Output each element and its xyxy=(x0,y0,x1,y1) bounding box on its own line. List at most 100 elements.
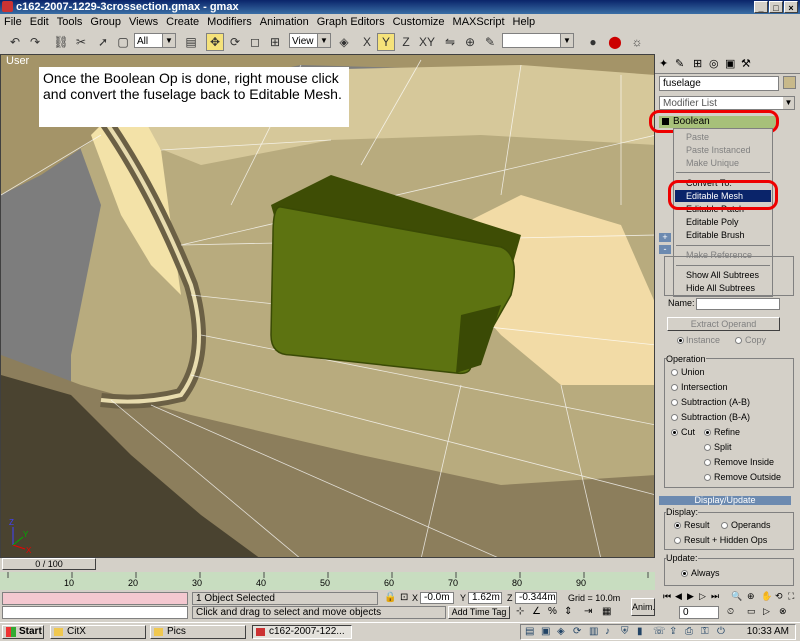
z-coordinate-field[interactable]: -0.344m xyxy=(515,592,557,604)
field-of-view-icon[interactable]: ▷ xyxy=(763,606,770,617)
snap-icon[interactable]: ⊹ xyxy=(516,606,524,617)
time-slider-thumb[interactable]: 0 / 100 xyxy=(2,558,96,570)
remove-inside-radio[interactable] xyxy=(704,459,711,466)
tray-network-icon[interactable]: ▤ xyxy=(525,626,534,637)
pivot-icon[interactable]: ⊞ xyxy=(266,33,284,51)
create-tab-icon[interactable]: ✦ xyxy=(659,57,668,70)
minimize-button[interactable]: _ xyxy=(754,1,768,13)
move-icon[interactable]: ✥ xyxy=(206,33,224,51)
tray-monitor-icon[interactable]: ▣ xyxy=(541,626,550,637)
anim-button[interactable]: Anim. xyxy=(631,598,655,616)
select-region-icon[interactable]: ▢ xyxy=(114,33,132,51)
ref-coord-select[interactable]: View ▼ xyxy=(289,33,331,48)
render-teapot-icon[interactable]: ⬤ xyxy=(606,33,624,51)
display-tab-icon[interactable]: ▣ xyxy=(725,57,735,70)
select-arrow-icon[interactable]: ➚ xyxy=(94,33,112,51)
align-icon[interactable]: ⊕ xyxy=(461,33,479,51)
prev-frame-icon[interactable]: ◀ xyxy=(675,591,682,602)
result-radio[interactable] xyxy=(674,522,681,529)
utilities-tab-icon[interactable]: ⚒ xyxy=(741,57,751,70)
current-frame-field[interactable]: 0 xyxy=(679,606,719,619)
quick-render-icon[interactable]: ☼ xyxy=(628,33,646,51)
tray-app-icon[interactable]: ◈ xyxy=(557,626,565,637)
viewport-user[interactable]: Z X Y User Once the Boolean Op is done, … xyxy=(0,54,655,558)
menu-item-editable-poly[interactable]: Editable Poly xyxy=(686,216,739,228)
spinner-snap-icon[interactable]: ⇕ xyxy=(564,606,572,617)
refine-radio[interactable] xyxy=(704,429,711,436)
menu-graph-editors[interactable]: Graph Editors xyxy=(313,16,389,28)
scale-icon[interactable]: ◻ xyxy=(246,33,264,51)
copy-radio[interactable] xyxy=(735,337,742,344)
menu-tools[interactable]: Tools xyxy=(53,16,87,28)
viewport-config-icon[interactable]: ▦ xyxy=(602,606,611,617)
menu-animation[interactable]: Animation xyxy=(256,16,313,28)
menu-group[interactable]: Group xyxy=(86,16,125,28)
lock-selection-icon[interactable]: 🔒 xyxy=(384,592,396,603)
axis-z-icon[interactable]: Z xyxy=(397,33,415,51)
select-by-name-icon[interactable]: ▤ xyxy=(182,33,200,51)
rotate-icon[interactable]: ⟳ xyxy=(226,33,244,51)
operands-radio[interactable] xyxy=(721,522,728,529)
instance-radio[interactable] xyxy=(677,337,684,344)
intersection-radio[interactable] xyxy=(671,384,678,391)
viewport-label[interactable]: User xyxy=(6,55,29,67)
taskbar-item-citx[interactable]: CitX xyxy=(50,625,146,639)
tray-speaker-icon[interactable]: ♪ xyxy=(605,626,610,637)
maximize-viewport-icon[interactable]: ⛶ xyxy=(788,591,794,602)
tray-shield-icon[interactable]: ⛨ xyxy=(621,626,629,637)
undo-icon[interactable]: ↶ xyxy=(6,33,24,51)
pick-boolean-rollout[interactable]: + xyxy=(659,233,671,242)
object-name-field[interactable]: fuselage xyxy=(659,76,779,91)
play-icon[interactable]: ▶ xyxy=(687,591,694,602)
maximize-button[interactable]: □ xyxy=(769,1,783,13)
menu-edit[interactable]: Edit xyxy=(26,16,53,28)
redo-icon[interactable]: ↷ xyxy=(26,33,44,51)
tray-printer-icon[interactable]: ⎙ xyxy=(685,626,693,637)
go-start-icon[interactable]: ⏮ xyxy=(663,591,671,602)
display-update-rollout[interactable]: Display/Update xyxy=(659,496,791,505)
tray-chat-icon[interactable]: ☏ xyxy=(653,626,666,637)
parameters-rollout[interactable]: - xyxy=(659,245,671,254)
tray-power-icon[interactable]: ⏻ xyxy=(717,626,725,637)
tray-update-icon[interactable]: ⇪ xyxy=(669,626,677,637)
x-coordinate-field[interactable]: -0.0m xyxy=(420,592,454,604)
go-end-icon[interactable]: ⏭ xyxy=(711,591,719,602)
tray-security-icon[interactable]: ⚿ xyxy=(701,626,709,637)
menu-customize[interactable]: Customize xyxy=(389,16,449,28)
menu-views[interactable]: Views xyxy=(125,16,162,28)
union-radio[interactable] xyxy=(671,369,678,376)
taskbar-item-gmax[interactable]: c162-2007-122... xyxy=(252,625,352,639)
maxscript-listener[interactable] xyxy=(2,592,188,605)
tray-sync-icon[interactable]: ⟳ xyxy=(573,626,581,637)
remove-outside-radio[interactable] xyxy=(704,474,711,481)
zoom-region-icon[interactable]: ▭ xyxy=(747,606,756,617)
track-bar[interactable]: 10 20 30 40 50 60 70 80 90 xyxy=(0,572,655,590)
percent-snap-icon[interactable]: % xyxy=(548,606,557,617)
menu-maxscript[interactable]: MAXScript xyxy=(449,16,509,28)
unlink-icon[interactable]: ✂ xyxy=(72,33,90,51)
operand-name-field[interactable] xyxy=(696,298,780,310)
pan-icon[interactable]: ✋ xyxy=(761,591,772,602)
extract-operand-button[interactable]: Extract Operand xyxy=(667,317,780,331)
selection-filter-select[interactable]: All ▼ xyxy=(134,33,176,48)
axis-y-icon[interactable]: Y xyxy=(377,33,395,51)
menu-help[interactable]: Help xyxy=(509,16,540,28)
split-radio[interactable] xyxy=(704,444,711,451)
material-editor-icon[interactable]: ● xyxy=(584,33,602,51)
menu-file[interactable]: File xyxy=(0,16,26,28)
cut-radio[interactable] xyxy=(671,429,678,436)
named-sel-icon[interactable]: ✎ xyxy=(481,33,499,51)
maxscript-input[interactable] xyxy=(2,606,188,619)
close-button[interactable]: × xyxy=(784,1,798,13)
tray-battery-icon[interactable]: ▮ xyxy=(637,626,643,637)
zoom-all-icon[interactable]: ⊕ xyxy=(747,591,755,602)
named-selection-select[interactable]: ▼ xyxy=(502,33,574,48)
subtraction-ab-radio[interactable] xyxy=(671,399,678,406)
zoom-icon[interactable]: 🔍 xyxy=(731,591,742,602)
absolute-mode-icon[interactable]: ⊡ xyxy=(400,592,408,603)
y-coordinate-field[interactable]: 1.62m xyxy=(468,592,502,604)
taskbar-item-pics[interactable]: Pics xyxy=(150,625,246,639)
walk-through-icon[interactable]: ⊗ xyxy=(779,606,787,617)
menu-item-paste[interactable]: Paste xyxy=(686,131,709,143)
menu-item-editable-brush[interactable]: Editable Brush xyxy=(686,229,745,241)
